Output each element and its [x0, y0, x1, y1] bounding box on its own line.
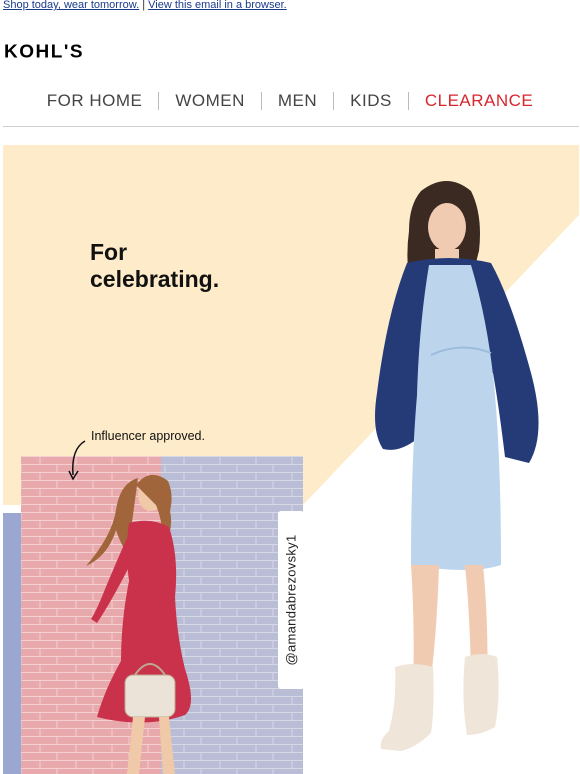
nav-item-men[interactable]: MEN — [262, 91, 333, 111]
headline-line-1: For — [90, 239, 128, 265]
main-nav: FOR HOME WOMEN MEN KIDS CLEARANCE — [0, 86, 580, 116]
nav-item-kids[interactable]: KIDS — [334, 91, 408, 111]
blue-accent-strip — [3, 513, 23, 774]
nav-item-women[interactable]: WOMEN — [159, 91, 261, 111]
view-in-browser-link[interactable]: View this email in a browser. — [148, 0, 287, 11]
preheader: Shop today, wear tomorrow. | View this e… — [3, 0, 287, 11]
influencer-handle: @amandabrezovsky1 — [283, 534, 299, 666]
influencer-label: Influencer approved. — [91, 429, 205, 443]
nav-item-clearance[interactable]: CLEARANCE — [409, 91, 549, 111]
shop-today-link[interactable]: Shop today, wear tomorrow. — [3, 0, 139, 11]
hero-banner[interactable]: For celebrating. Influencer approved. @a… — [3, 145, 579, 774]
header-divider — [3, 126, 579, 127]
hero-headline: For celebrating. — [90, 239, 219, 293]
preheader-separator: | — [142, 0, 146, 11]
kohls-logo[interactable]: KOHL'S — [4, 43, 84, 64]
headline-line-2: celebrating. — [90, 266, 220, 292]
nav-item-for-home[interactable]: FOR HOME — [31, 91, 159, 111]
